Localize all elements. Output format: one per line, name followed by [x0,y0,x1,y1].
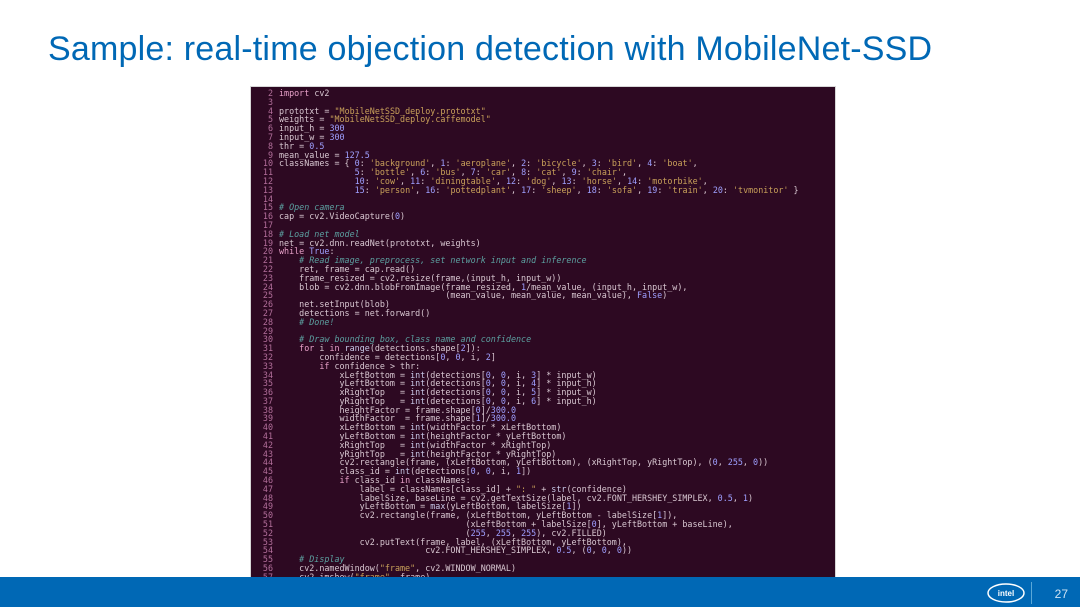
footer-bar: intel 27 [0,577,1080,607]
page-number: 27 [1055,587,1068,601]
intel-logo-text: intel [998,589,1014,598]
logo-divider [1031,582,1032,604]
slide: Sample: real-time objection detection wi… [0,0,1080,607]
code-screenshot: 2import cv2 3 4prototxt = "MobileNetSSD_… [250,86,836,580]
slide-title: Sample: real-time objection detection wi… [48,30,932,69]
intel-logo-wrap: intel [987,582,1038,604]
intel-logo-icon: intel [987,582,1025,604]
code-content: 2import cv2 3 4prototxt = "MobileNetSSD_… [251,87,835,580]
